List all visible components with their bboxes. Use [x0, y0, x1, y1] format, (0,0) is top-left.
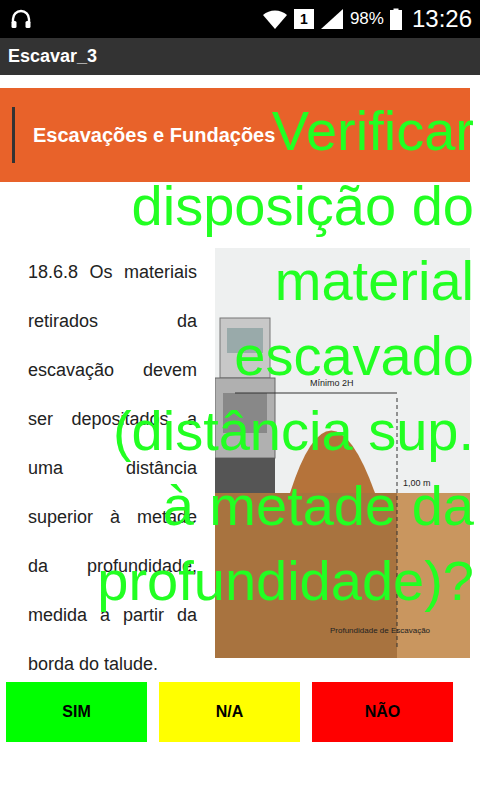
- answer-buttons: SIMN/ANÃO: [6, 682, 453, 742]
- answer-button[interactable]: NÃO: [312, 682, 453, 742]
- battery-text: 98%: [350, 9, 384, 29]
- headphones-icon: [10, 9, 32, 29]
- content: Escavações e Fundações 18.6.8 Os materiai…: [0, 75, 480, 800]
- app-title: Escavar_3: [8, 46, 97, 67]
- svg-text:Profundidade de Escavação: Profundidade de Escavação: [330, 626, 431, 635]
- header-bar: [12, 107, 15, 163]
- question-line: disposição do: [6, 168, 474, 243]
- status-bar: 1 98% 13:26: [0, 0, 480, 38]
- clock: 13:26: [412, 5, 472, 33]
- question-line: material: [6, 243, 474, 318]
- battery-icon: [390, 8, 402, 30]
- answer-button[interactable]: N/A: [159, 682, 300, 742]
- sim-badge: 1: [294, 9, 314, 29]
- question-line: à metade da: [6, 468, 474, 543]
- signal-icon: [320, 8, 344, 30]
- app-bar: Escavar_3: [0, 38, 480, 75]
- slide-paragraph: 18.6.8 Os materiais retirados da escavaç…: [28, 248, 197, 689]
- slide-title: Escavações e Fundações: [33, 124, 275, 147]
- question-text: Verificardisposição domaterialescavado(d…: [6, 93, 474, 618]
- question-line: (distância sup.: [6, 393, 474, 468]
- status-indicators: 1 98% 13:26: [262, 5, 472, 33]
- wifi-icon: [262, 8, 288, 30]
- screen: 1 98% 13:26 Escavar_3 Escavações e Fundações…: [0, 0, 480, 800]
- answer-button[interactable]: SIM: [6, 682, 147, 742]
- question-line: profundidade)?: [6, 543, 474, 618]
- question-line: escavado: [6, 318, 474, 393]
- question-line: Verificar: [6, 93, 474, 168]
